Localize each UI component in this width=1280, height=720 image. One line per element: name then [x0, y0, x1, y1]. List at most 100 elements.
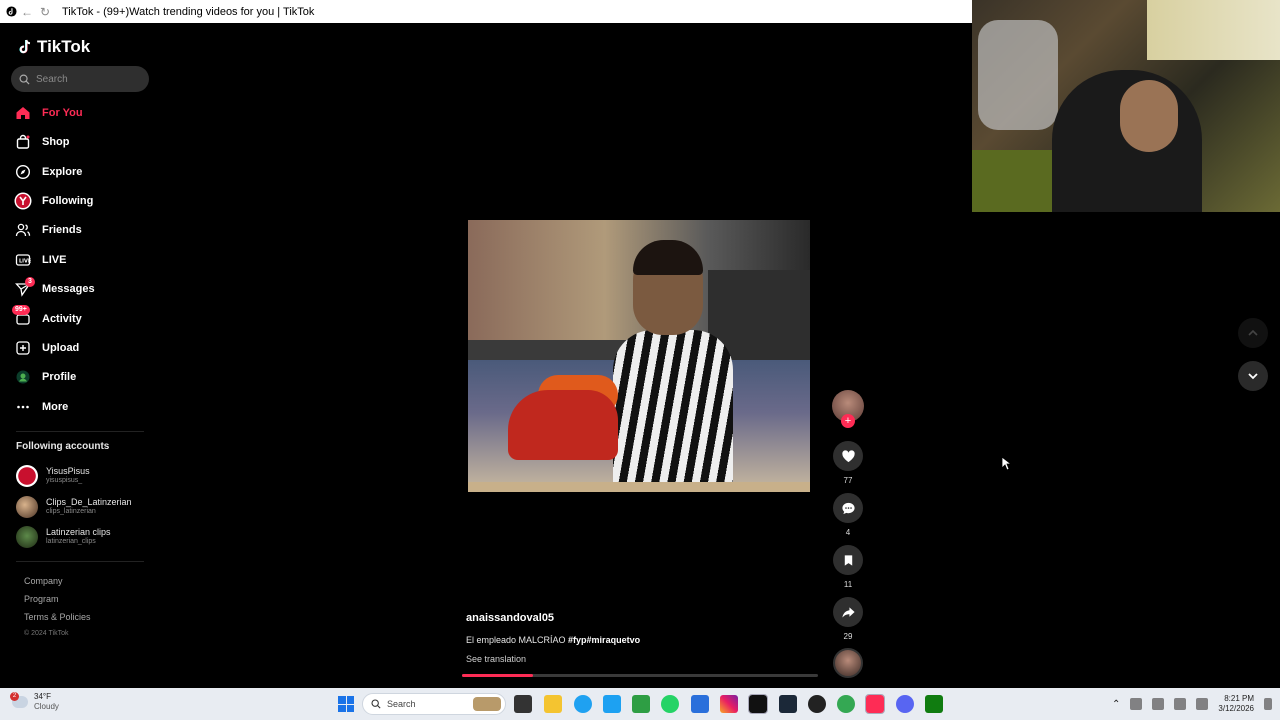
mouse-cursor-icon [1001, 456, 1013, 476]
microphone-icon[interactable] [1152, 698, 1165, 710]
account-avatar [16, 496, 38, 518]
description-text: El empleado MALCRÍAO [466, 635, 569, 645]
twitter-icon[interactable] [603, 695, 621, 713]
sync-icon[interactable] [1130, 698, 1143, 710]
xbox-app-icon[interactable] [632, 695, 650, 713]
sidebar-item-profile[interactable]: Profile [14, 366, 76, 388]
notifications-icon[interactable] [1264, 698, 1272, 710]
volume-icon[interactable] [1196, 698, 1209, 710]
hashtag-link[interactable]: #fyp#miraquetvo [568, 635, 640, 645]
video-bottom-strip [468, 482, 810, 492]
sidebar-item-upload[interactable]: Upload [14, 337, 79, 359]
system-tray: ⌃ 8:21 PM 3/12/2026 [1112, 694, 1272, 714]
tiktok-favicon-icon [4, 5, 18, 19]
heart-icon [841, 449, 855, 462]
more-dots-icon [14, 398, 32, 416]
tab-title: TikTok - (99+)Watch trending videos for … [62, 5, 315, 18]
taskbar-search-label: Search [387, 699, 416, 709]
upload-icon [14, 339, 32, 357]
video-player[interactable] [468, 220, 810, 492]
following-account[interactable]: Latinzerian clips latinzerian_clips [16, 524, 111, 550]
previous-video-button[interactable] [1238, 318, 1268, 348]
search-input[interactable] [36, 73, 136, 85]
comment-button[interactable] [833, 493, 863, 523]
back-icon[interactable]: ← [18, 5, 36, 19]
footer-terms-link[interactable]: Terms & Policies [24, 612, 91, 622]
clock[interactable]: 8:21 PM 3/12/2026 [1218, 694, 1254, 714]
video-referee-shirt [613, 330, 733, 492]
following-account[interactable]: YisusPisus yisuspisus_ [16, 463, 90, 489]
home-icon [14, 104, 32, 122]
account-name: YisusPisus [46, 466, 90, 476]
share-button[interactable] [833, 597, 863, 627]
xbox-icon[interactable] [925, 695, 943, 713]
account-name: Clips_De_Latinzerian [46, 497, 132, 507]
search-box[interactable] [11, 66, 149, 92]
tiktok-logo-icon [19, 39, 31, 54]
sidebar-item-shop[interactable]: Shop [14, 131, 70, 153]
sidebar-divider [16, 431, 144, 432]
video-progress-bar[interactable] [462, 674, 818, 677]
tiktok-logo[interactable]: TikTok [16, 37, 90, 57]
sidebar-item-for-you[interactable]: For You [14, 102, 83, 124]
follow-plus-icon[interactable]: + [841, 414, 855, 428]
whatsapp-icon[interactable] [661, 695, 679, 713]
following-accounts-title: Following accounts [16, 441, 110, 452]
windows-taskbar: 2 34°F Cloudy Search ⌃ 8:21 PM 3/12/2026 [0, 688, 1280, 720]
clock-date: 3/12/2026 [1218, 704, 1254, 713]
tiktok-app-icon[interactable] [748, 694, 768, 714]
chrome-icon[interactable] [837, 695, 855, 713]
tiktok-live-icon[interactable] [865, 694, 885, 714]
steam-icon[interactable] [779, 695, 797, 713]
chevron-up-icon[interactable]: ⌃ [1112, 699, 1120, 710]
file-explorer-icon[interactable] [544, 695, 562, 713]
github-icon[interactable] [808, 695, 826, 713]
account-handle: latinzerian_clips [46, 538, 96, 545]
account-name: Latinzerian clips [46, 527, 111, 537]
streamer-face [1120, 80, 1178, 152]
sidebar-item-more[interactable]: More [14, 396, 68, 418]
discord-icon[interactable] [896, 695, 914, 713]
next-video-button[interactable] [1238, 361, 1268, 391]
shopping-bag-icon [14, 133, 32, 151]
video-red-cloth [508, 390, 618, 460]
search-icon [371, 699, 381, 709]
browser-titlebar: ← ↻ TikTok - (99+)Watch trending videos … [0, 0, 972, 23]
sidebar-item-label: Friends [42, 224, 82, 236]
clock-time: 8:21 PM [1224, 694, 1254, 703]
network-icon[interactable] [1174, 698, 1187, 710]
profile-avatar-icon [14, 368, 32, 386]
refresh-icon[interactable]: ↻ [36, 5, 54, 19]
account-handle: clips_latinzerian [46, 508, 96, 515]
sidebar-item-friends[interactable]: Friends [14, 219, 82, 241]
live-icon: LIVE [14, 251, 32, 269]
instagram-icon[interactable] [720, 695, 738, 713]
following-account[interactable]: Clips_De_Latinzerian clips_latinzerian [16, 494, 132, 520]
sidebar-item-explore[interactable]: Explore [14, 161, 82, 183]
footer-company-link[interactable]: Company [24, 576, 63, 586]
sidebar-item-activity[interactable]: 99+ Activity [12, 305, 82, 330]
task-view-icon[interactable] [514, 695, 532, 713]
edge-browser-icon[interactable] [574, 695, 592, 713]
sidebar-item-label: Activity [42, 313, 82, 325]
weather-widget[interactable]: 2 34°F Cloudy [10, 692, 59, 712]
sidebar-item-following[interactable]: Following [14, 190, 93, 212]
save-button[interactable] [833, 545, 863, 575]
sidebar-item-messages[interactable]: 3 Messages [14, 277, 95, 300]
like-button[interactable] [833, 441, 863, 471]
sidebar-item-label: LIVE [42, 254, 67, 266]
sidebar-item-label: Explore [42, 166, 83, 178]
sidebar-item-live[interactable]: LIVE LIVE [14, 249, 66, 271]
footer-program-link[interactable]: Program [24, 594, 59, 604]
sound-disc[interactable] [833, 648, 863, 678]
see-translation-link[interactable]: See translation [466, 654, 526, 664]
store-icon[interactable] [691, 695, 709, 713]
like-count: 77 [843, 476, 853, 485]
taskbar-search[interactable]: Search [362, 693, 506, 715]
paper-plane-icon: 3 [14, 277, 35, 298]
cloud-icon: 2 [10, 692, 28, 708]
windows-start-icon[interactable] [338, 696, 354, 712]
chevron-up-icon [1248, 329, 1258, 336]
search-icon [19, 74, 30, 85]
video-author[interactable]: anaissandoval05 [466, 612, 554, 624]
